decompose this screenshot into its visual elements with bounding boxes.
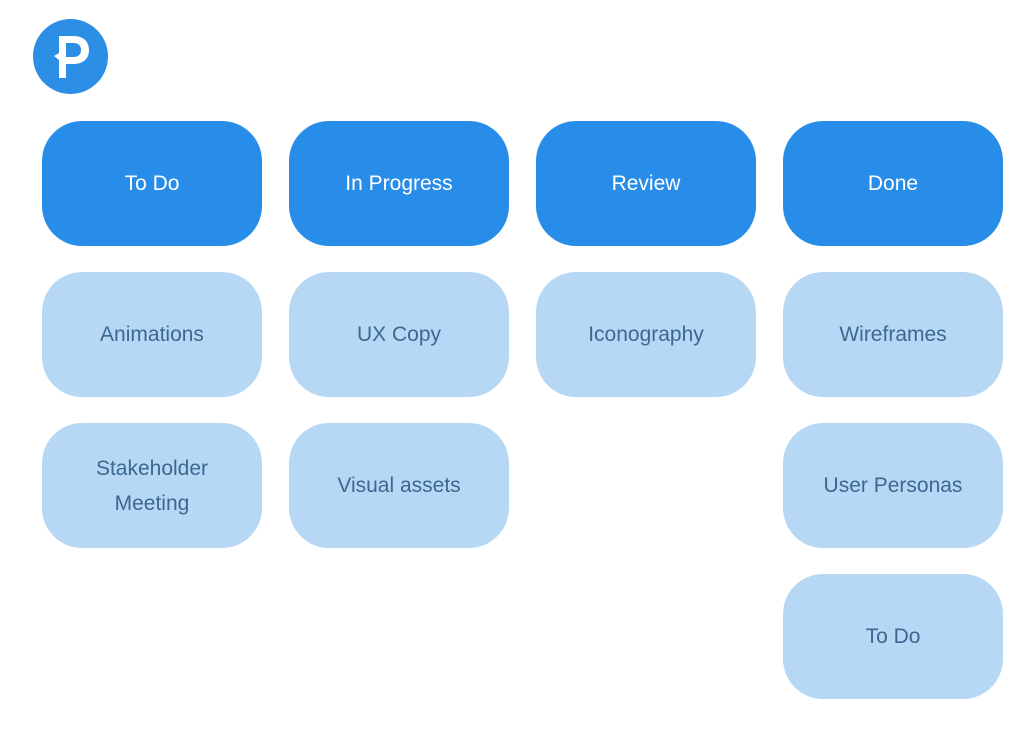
column-header-to-do[interactable]: To Do	[42, 121, 262, 246]
column-in-progress: In Progress UX Copy Visual assets	[289, 121, 509, 699]
task-card[interactable]: Animations	[42, 272, 262, 397]
column-header-review[interactable]: Review	[536, 121, 756, 246]
column-header-in-progress[interactable]: In Progress	[289, 121, 509, 246]
column-done: Done Wireframes User Personas To Do	[783, 121, 1003, 699]
column-to-do: To Do Animations Stakeholder Meeting	[42, 121, 262, 699]
task-card[interactable]: User Personas	[783, 423, 1003, 548]
task-card[interactable]: UX Copy	[289, 272, 509, 397]
p-logo-glyph	[53, 35, 89, 78]
p-logo-icon	[33, 19, 108, 94]
task-card[interactable]: Wireframes	[783, 272, 1003, 397]
kanban-board: To Do Animations Stakeholder Meeting In …	[42, 121, 1003, 699]
task-card[interactable]: Stakeholder Meeting	[42, 423, 262, 548]
task-card[interactable]: Iconography	[536, 272, 756, 397]
task-card[interactable]: Visual assets	[289, 423, 509, 548]
task-card[interactable]: To Do	[783, 574, 1003, 699]
column-review: Review Iconography	[536, 121, 756, 699]
column-header-done[interactable]: Done	[783, 121, 1003, 246]
